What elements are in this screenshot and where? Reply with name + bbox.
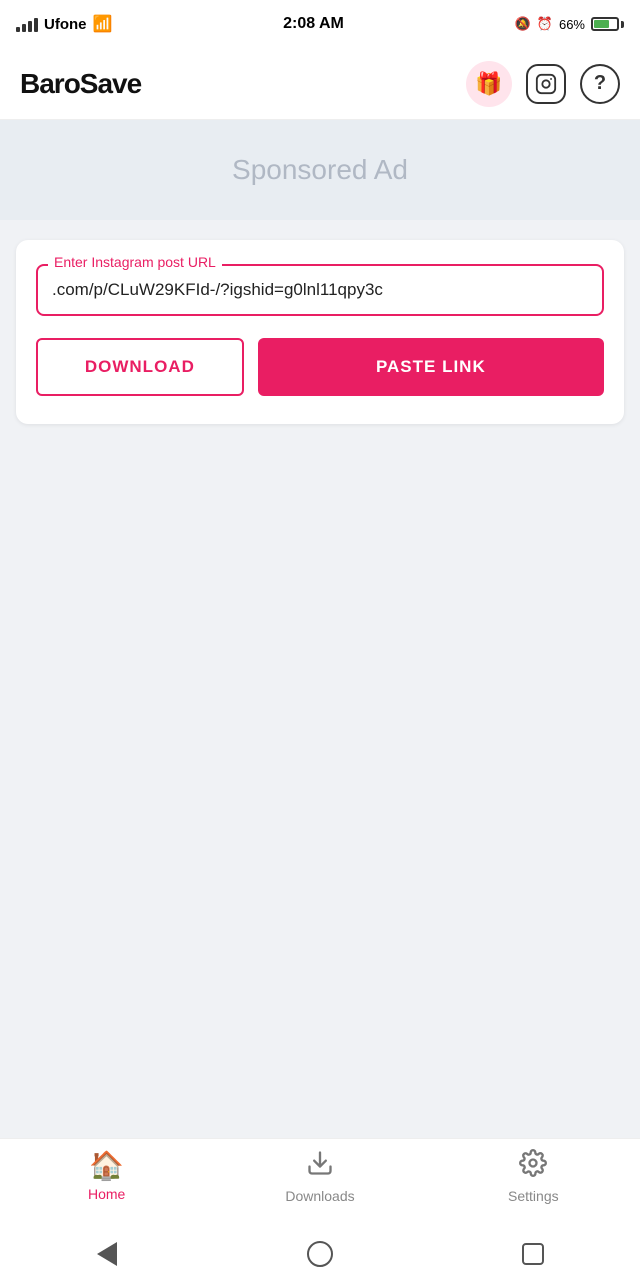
carrier-name: Ufone xyxy=(44,16,87,33)
battery-percent: 66% xyxy=(559,17,585,32)
main-content: Enter Instagram post URL DOWNLOAD PASTE … xyxy=(0,220,640,1138)
ad-text: Sponsored Ad xyxy=(232,154,408,186)
recents-button[interactable] xyxy=(518,1239,548,1269)
home-icon: 🏠 xyxy=(89,1149,124,1182)
nav-label-home: Home xyxy=(88,1186,125,1202)
status-bar: Ufone 📶 2:08 AM 🔕 ⏰ 66% xyxy=(0,0,640,48)
status-time: 2:08 AM xyxy=(283,15,344,33)
ad-banner: Sponsored Ad xyxy=(0,120,640,220)
system-nav xyxy=(0,1228,640,1280)
instagram-icon-button[interactable] xyxy=(526,64,566,104)
wifi-icon: 📶 xyxy=(93,14,113,34)
nav-label-downloads: Downloads xyxy=(285,1188,354,1204)
url-input-wrapper: Enter Instagram post URL xyxy=(36,264,604,316)
battery-icon xyxy=(591,17,624,31)
bottom-nav: 🏠 Home Downloads Settings xyxy=(0,1138,640,1228)
status-carrier-signal: Ufone 📶 xyxy=(16,14,112,34)
download-button[interactable]: DOWNLOAD xyxy=(36,338,244,396)
downloads-icon xyxy=(306,1149,334,1184)
mute-icon: 🔕 xyxy=(515,16,531,32)
url-input-label: Enter Instagram post URL xyxy=(48,254,222,270)
url-input[interactable] xyxy=(52,276,588,300)
nav-item-home[interactable]: 🏠 Home xyxy=(0,1149,213,1202)
settings-icon xyxy=(519,1149,547,1184)
url-card: Enter Instagram post URL DOWNLOAD PASTE … xyxy=(16,240,624,424)
gift-icon-button[interactable]: 🎁 xyxy=(466,61,512,107)
nav-item-downloads[interactable]: Downloads xyxy=(213,1149,426,1204)
paste-link-button[interactable]: PASTE LINK xyxy=(258,338,604,396)
signal-icon xyxy=(16,16,38,32)
header-icons: 🎁 ? xyxy=(466,61,620,107)
buttons-row: DOWNLOAD PASTE LINK xyxy=(36,338,604,396)
status-right: 🔕 ⏰ 66% xyxy=(515,16,624,32)
back-button[interactable] xyxy=(92,1239,122,1269)
app-header: BaroSave 🎁 ? xyxy=(0,48,640,120)
home-button[interactable] xyxy=(305,1239,335,1269)
app-logo: BaroSave xyxy=(20,68,141,100)
help-icon-button[interactable]: ? xyxy=(580,64,620,104)
nav-label-settings: Settings xyxy=(508,1188,559,1204)
alarm-icon: ⏰ xyxy=(537,16,553,32)
nav-item-settings[interactable]: Settings xyxy=(427,1149,640,1204)
